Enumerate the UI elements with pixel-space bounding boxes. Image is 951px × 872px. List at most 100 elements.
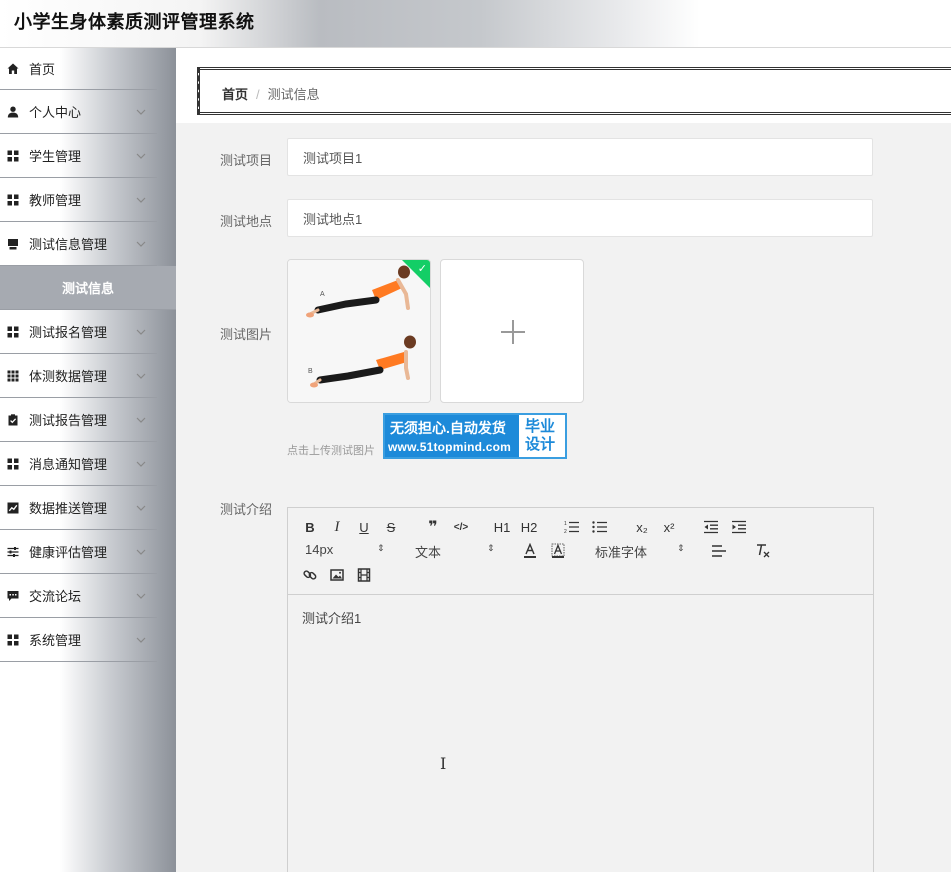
sidebar-item-data-push[interactable]: 数据推送管理 [0, 486, 157, 530]
sidebar-item-label: 测试报名管理 [29, 325, 108, 340]
text-cursor-icon: I [440, 754, 447, 773]
location-input[interactable] [287, 199, 873, 237]
sidebar-menu: 首页 个人中心 学生管理 教师管理 测试信息管理 测试信息 测试报名管理 体测数… [0, 48, 176, 662]
align-button[interactable] [709, 542, 729, 560]
video-icon [357, 568, 371, 582]
sidebar-item-registration[interactable]: 测试报名管理 [0, 310, 157, 354]
ordered-list-button[interactable]: 12 [562, 518, 582, 536]
svg-text:2: 2 [564, 529, 567, 534]
bullet-list-button[interactable] [590, 518, 610, 536]
image-button[interactable] [327, 566, 347, 584]
sidebar-item-health-assessment[interactable]: 健康评估管理 [0, 530, 157, 574]
blockquote-button[interactable]: ❞ [423, 518, 443, 536]
bullet-list-icon [592, 521, 607, 533]
grid-icon [6, 457, 20, 471]
header2-button[interactable]: H2 [519, 518, 539, 536]
grid-icon [6, 633, 20, 647]
text-color-button[interactable] [520, 542, 540, 560]
outdent-button[interactable] [701, 518, 721, 536]
underline-button[interactable]: U [354, 518, 374, 536]
watermark-banner: 无须担心.自动发货 www.51topmind.com 毕业 设计 [383, 413, 567, 459]
background-color-icon [551, 543, 565, 558]
breadcrumb-current: 测试信息 [267, 87, 320, 102]
strike-button[interactable]: S [381, 518, 401, 536]
chevron-down-icon [136, 461, 146, 467]
sidebar-item-label: 学生管理 [29, 149, 82, 164]
header-select-value: 文本 [415, 545, 442, 560]
sidebar-item-home[interactable]: 首页 [0, 48, 157, 90]
chevron-down-icon [136, 417, 146, 423]
check-icon: ✓ [417, 263, 427, 275]
sidebar-item-label: 交流论坛 [29, 589, 82, 604]
sidebar-item-label: 测试信息管理 [29, 237, 108, 252]
upload-image-button[interactable] [440, 259, 584, 403]
link-icon [303, 570, 317, 580]
italic-button[interactable]: I [327, 518, 347, 536]
sidebar-item-notifications[interactable]: 消息通知管理 [0, 442, 157, 486]
clear-format-icon [757, 544, 770, 558]
sidebar-item-label: 首页 [29, 62, 56, 77]
chevron-down-icon [136, 593, 146, 599]
breadcrumb-home[interactable]: 首页 [222, 87, 248, 102]
svg-text:B: B [308, 368, 313, 375]
background-color-button[interactable] [548, 542, 568, 560]
ordered-list-icon: 12 [564, 521, 579, 534]
superscript-button[interactable]: x² [659, 518, 679, 536]
font-size-value: 14px [305, 542, 334, 557]
svg-text:1: 1 [564, 521, 567, 527]
breadcrumb: 首页 / 测试信息 [197, 67, 951, 115]
sidebar-item-fitness-data[interactable]: 体测数据管理 [0, 354, 157, 398]
link-button[interactable] [300, 566, 320, 584]
uploaded-image-thumbnail[interactable]: A B ✓ [287, 259, 431, 403]
select-arrows-icon: ⇕ [377, 543, 385, 553]
sidebar-item-system[interactable]: 系统管理 [0, 618, 157, 662]
intro-label: 测试介绍 [220, 502, 273, 517]
grid-icon [6, 325, 20, 339]
chevron-down-icon [136, 241, 146, 247]
chevron-down-icon [136, 637, 146, 643]
home-icon [6, 62, 20, 76]
subscript-button[interactable]: x₂ [632, 518, 652, 536]
font-size-select[interactable]: 14px ⇕ [305, 542, 385, 560]
sidebar-item-forum[interactable]: 交流论坛 [0, 574, 157, 618]
header1-button[interactable]: H1 [492, 518, 512, 536]
sidebar-item-students[interactable]: 学生管理 [0, 134, 157, 178]
indent-button[interactable] [729, 518, 749, 536]
header-select[interactable]: 文本 ⇕ [415, 542, 495, 560]
chevron-down-icon [136, 109, 146, 115]
chevron-down-icon [136, 153, 146, 159]
watermark-line1: 无须担心.自动发货 [390, 420, 506, 436]
sidebar-subitem-label: 测试信息 [61, 281, 114, 296]
sidebar-item-label: 健康评估管理 [29, 545, 108, 560]
user-icon [6, 105, 20, 119]
outdent-icon [704, 520, 718, 534]
sidebar-item-teachers[interactable]: 教师管理 [0, 178, 157, 222]
svg-text:A: A [320, 291, 325, 298]
font-family-select[interactable]: 标准字体 ⇕ [595, 542, 695, 560]
bold-button[interactable]: B [300, 518, 320, 536]
sidebar-item-label: 测试报告管理 [29, 413, 108, 428]
sidebar-subitem-test-info[interactable]: 测试信息 [0, 266, 176, 310]
project-input[interactable] [287, 138, 873, 176]
sidebar-item-profile[interactable]: 个人中心 [0, 90, 157, 134]
grid-icon [6, 193, 20, 207]
watermark-left: 无须担心.自动发货 www.51topmind.com [385, 415, 519, 457]
upload-hint: 点击上传测试图片 [287, 445, 375, 457]
editor-content[interactable]: 测试介绍1 [302, 608, 361, 627]
sliders-icon [6, 545, 20, 559]
chevron-down-icon [136, 505, 146, 511]
chevron-down-icon [136, 197, 146, 203]
breadcrumb-separator: / [256, 87, 260, 102]
sidebar-item-test-reports[interactable]: 测试报告管理 [0, 398, 157, 442]
sidebar: 首页 个人中心 学生管理 教师管理 测试信息管理 测试信息 测试报名管理 体测数… [0, 48, 176, 872]
chevron-down-icon [136, 373, 146, 379]
watermark-right1: 毕业 [525, 418, 556, 435]
chart-icon [6, 501, 20, 515]
clear-format-button[interactable] [753, 542, 773, 560]
video-button[interactable] [354, 566, 374, 584]
chevron-down-icon [136, 329, 146, 335]
sidebar-item-test-info-management[interactable]: 测试信息管理 [0, 222, 157, 266]
comment-icon [6, 589, 20, 603]
apps-icon [6, 369, 20, 383]
code-block-button[interactable]: </> [451, 518, 471, 536]
